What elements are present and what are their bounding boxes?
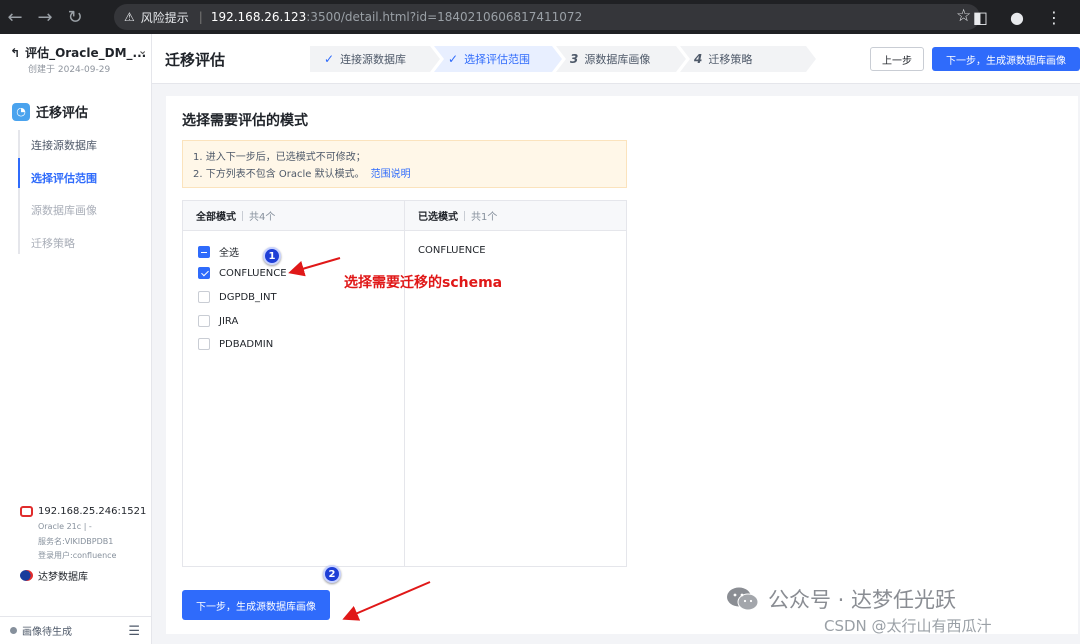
notice-box: 1. 进入下一步后，已选模式不可修改； 2. 下方列表不包含 Oracle 默认… xyxy=(182,140,627,188)
schema-transfer: 全部模式 共4个 全选 CONFLUENCE DGPDB_INT JIRA PD… xyxy=(182,200,627,567)
sidebar-footer: 画像待生成 ☰ xyxy=(0,616,152,644)
schema-option-dgpdb-int[interactable]: DGPDB_INT xyxy=(198,291,277,303)
next-step-button[interactable]: 下一步，生成源数据库画像 xyxy=(182,590,330,620)
side-steps-track xyxy=(18,130,20,254)
step-source-profile[interactable]: 3 源数据库画像 xyxy=(556,46,686,72)
project-name: 评估_Oracle_DM_... xyxy=(25,46,147,60)
schema-label: JIRA xyxy=(219,315,239,327)
step-navigator: ✓ 连接源数据库 ✓ 选择评估范围 3 源数据库画像 4 迁移策略 xyxy=(310,46,810,72)
schema-option-jira[interactable]: JIRA xyxy=(198,315,238,327)
module-title: 迁移评估 xyxy=(36,106,89,121)
checkbox-icon[interactable] xyxy=(198,291,210,303)
url-path: :3500/detail.html?id=1840210606817411072 xyxy=(306,10,583,24)
target-db-name: 达梦数据库 xyxy=(38,572,88,583)
schema-label: CONFLUENCE xyxy=(219,267,287,279)
checkbox-icon[interactable] xyxy=(198,315,210,327)
more-menu-icon[interactable]: ⋮ xyxy=(1046,8,1062,27)
page-title: 迁移评估 xyxy=(165,51,226,69)
source-version: Oracle 21c | - xyxy=(38,522,92,531)
step-migration-strategy[interactable]: 4 迁移策略 xyxy=(680,46,816,72)
project-created-date: 创建于 2024-09-29 xyxy=(28,65,111,75)
all-schemas-panel: 全部模式 共4个 全选 CONFLUENCE DGPDB_INT JIRA PD… xyxy=(183,201,405,566)
section-title: 选择需要评估的模式 xyxy=(182,113,308,129)
sidebar-item-connect-source[interactable]: 连接源数据库 xyxy=(31,137,97,153)
watermark: 公众号 · 达梦任光跃 xyxy=(726,584,956,614)
selected-schemas-header: 已选模式 共1个 xyxy=(405,201,626,231)
warning-icon: ⚠ xyxy=(124,10,135,24)
panel-title: 已选模式 xyxy=(418,212,458,223)
sidebar-item-source-profile[interactable]: 源数据库画像 xyxy=(31,202,97,218)
schema-label: DGPDB_INT xyxy=(219,291,277,303)
selected-schema-item[interactable]: CONFLUENCE xyxy=(418,245,486,256)
all-schemas-header: 全部模式 共4个 xyxy=(183,201,404,231)
annotation-badge-2: 2 xyxy=(323,565,341,583)
profile-status: 画像待生成 xyxy=(22,627,72,638)
selected-schemas-panel: 已选模式 共1个 CONFLUENCE xyxy=(405,201,626,566)
module-header: ◔ 迁移评估 xyxy=(12,102,88,121)
check-icon: ✓ xyxy=(324,52,335,66)
source-ip: 192.168.25.246:1521 xyxy=(38,506,147,517)
step-number: 4 xyxy=(694,52,703,66)
step-connect-source[interactable]: ✓ 连接源数据库 xyxy=(310,46,440,72)
checkbox-icon[interactable] xyxy=(198,338,210,350)
assessment-module-icon: ◔ xyxy=(12,102,30,121)
annotation-note: 选择需要迁移的schema xyxy=(344,275,503,291)
main-card: 选择需要评估的模式 1. 进入下一步后，已选模式不可修改； 2. 下方列表不包含… xyxy=(166,96,1078,634)
risk-label: 风险提示 xyxy=(140,10,189,25)
sidebar-item-migration-strategy[interactable]: 迁移策略 xyxy=(31,235,75,251)
prev-step-button[interactable]: 上一步 xyxy=(870,47,924,71)
step-label: 迁移策略 xyxy=(708,53,753,66)
address-separator: | xyxy=(198,10,203,24)
step-number: 3 xyxy=(570,52,579,66)
forward-icon[interactable]: → xyxy=(30,0,60,34)
select-all-label: 全选 xyxy=(219,248,239,259)
back-arrow-icon[interactable]: ↰ xyxy=(10,46,20,60)
schema-option-pdbadmin[interactable]: PDBADMIN xyxy=(198,338,273,350)
annotation-badge-1: 1 xyxy=(263,247,281,265)
notice-line-2: 2. 下方列表不包含 Oracle 默认模式。 范围说明 xyxy=(193,169,411,180)
dameng-icon xyxy=(20,570,33,581)
check-icon: ✓ xyxy=(448,52,459,66)
profile-icon[interactable]: ● xyxy=(1010,8,1024,27)
address-bar[interactable]: ⚠ 风险提示 | 192.168.26.123 :3500/detail.htm… xyxy=(114,4,980,30)
back-icon[interactable]: ← xyxy=(0,0,30,34)
schema-label: PDBADMIN xyxy=(219,338,274,350)
active-step-indicator xyxy=(18,158,20,188)
chevron-down-icon[interactable]: ⌄ xyxy=(138,44,147,57)
sidebar-item-select-scope[interactable]: 选择评估范围 xyxy=(31,170,97,186)
schema-option-confluence[interactable]: CONFLUENCE xyxy=(198,267,287,279)
bookmark-star-icon[interactable]: ☆ xyxy=(956,6,971,26)
panel-title: 全部模式 xyxy=(196,212,236,223)
step-label: 连接源数据库 xyxy=(340,53,407,66)
source-service: 服务名:VIKIDBPDB1 xyxy=(38,537,114,546)
side-panel-icon[interactable]: ◧ xyxy=(973,8,988,27)
page-header: 迁移评估 ✓ 连接源数据库 ✓ 选择评估范围 3 源数据库画像 4 迁移策略 上… xyxy=(152,34,1080,84)
notice-line-1: 1. 进入下一步后，已选模式不可修改； xyxy=(193,152,366,163)
watermark-line-2: CSDN @太行山有西瓜汁 xyxy=(824,617,992,635)
collapse-menu-icon[interactable]: ☰ xyxy=(128,624,140,639)
reload-icon[interactable]: ↻ xyxy=(60,0,90,34)
watermark-line-1: 公众号 · 达梦任光跃 xyxy=(768,588,957,612)
step-label: 选择评估范围 xyxy=(464,53,531,66)
wechat-icon xyxy=(727,587,759,611)
source-user: 登录用户:confluence xyxy=(38,551,117,560)
status-dot-icon xyxy=(10,627,17,634)
project-selector[interactable]: ↰ 评估_Oracle_DM_... ⌄ xyxy=(10,44,147,61)
scope-help-link[interactable]: 范围说明 xyxy=(371,169,411,180)
step-select-scope[interactable]: ✓ 选择评估范围 xyxy=(434,46,562,72)
browser-toolbar: ← → ↻ ⚠ 风险提示 | 192.168.26.123 :3500/deta… xyxy=(0,0,1080,34)
step-label: 源数据库画像 xyxy=(584,53,651,66)
panel-count: 共1个 xyxy=(471,212,498,223)
sidebar: ↰ 评估_Oracle_DM_... ⌄ 创建于 2024-09-29 ◔ 迁移… xyxy=(0,34,152,644)
url-host: 192.168.26.123 xyxy=(210,10,307,24)
panel-count: 共4个 xyxy=(249,212,276,223)
checked-checkbox-icon[interactable] xyxy=(198,267,210,279)
next-step-button-top[interactable]: 下一步，生成源数据库画像 xyxy=(932,47,1080,71)
oracle-icon xyxy=(20,506,33,517)
select-all-checkbox[interactable]: 全选 xyxy=(198,244,239,259)
indeterminate-checkbox-icon[interactable] xyxy=(198,245,210,258)
